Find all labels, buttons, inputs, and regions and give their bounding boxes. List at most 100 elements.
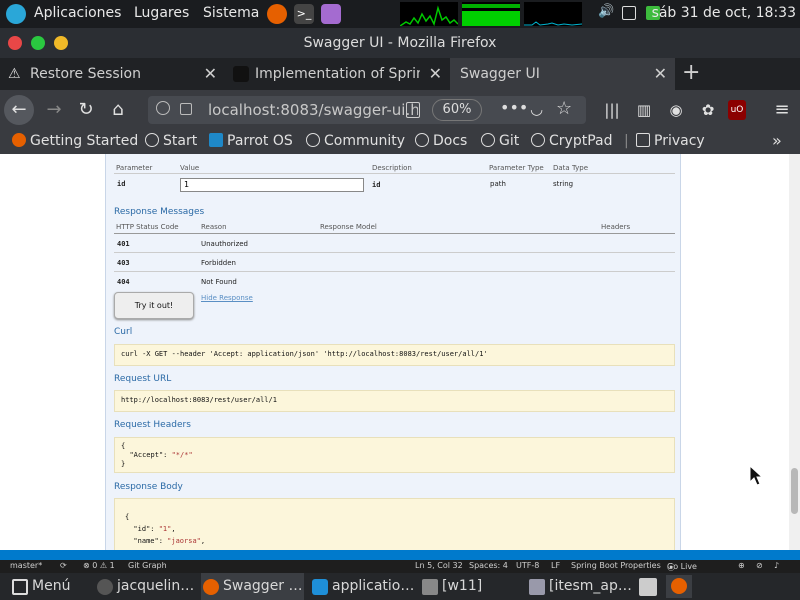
param-header-type: Parameter Type <box>489 164 544 172</box>
indentation[interactable]: Spaces: 4 <box>469 561 508 570</box>
feedback-icon[interactable]: ⊘ <box>756 561 763 570</box>
display-icon[interactable] <box>622 6 636 20</box>
bookmark-label: Community <box>324 133 406 149</box>
close-tab-icon[interactable]: ✕ <box>429 58 442 90</box>
tab-label: Swagger UI <box>460 66 540 82</box>
param-id-input[interactable]: 1 <box>180 178 364 192</box>
parrot-logo-icon[interactable] <box>6 4 26 24</box>
taskbar-firefox-pinned[interactable] <box>666 575 692 598</box>
hamburger-menu-icon[interactable]: ≡ <box>770 98 794 122</box>
request-headers-title: Request Headers <box>114 420 191 430</box>
param-header-parameter: Parameter <box>116 164 153 172</box>
minimize-window-button[interactable] <box>54 36 68 50</box>
tab-implementation[interactable]: Implementation of Spring ✕ <box>225 58 450 90</box>
page-scrollbar[interactable] <box>789 154 800 550</box>
forward-arrow-icon[interactable]: → <box>42 98 66 122</box>
bookmark-label: Docs <box>433 133 468 149</box>
code-line: "Accept": "*/*" <box>129 451 193 459</box>
bookmark-start[interactable]: Start <box>145 133 197 149</box>
firefox-icon <box>12 133 26 147</box>
home-icon[interactable]: ⌂ <box>106 98 130 122</box>
bookmark-privacy[interactable]: Privacy <box>636 133 705 149</box>
clock[interactable]: sáb 31 de oct, 18:33 <box>652 5 796 21</box>
curl-title: Curl <box>114 327 133 337</box>
url-text[interactable]: localhost:8083/swagger-ui.h <box>208 101 418 119</box>
taskbar-firefox[interactable]: Swagger … <box>201 573 304 600</box>
swagger-operation-panel: Parameter Value Description Parameter Ty… <box>105 154 681 550</box>
bookmark-git[interactable]: Git <box>481 133 519 149</box>
back-arrow-icon[interactable]: ← <box>4 95 34 125</box>
problems-indicator[interactable]: ⊗ 0 ⚠ 1 <box>83 561 115 570</box>
tab-restore-session[interactable]: ⚠ Restore Session ✕ <box>0 58 225 90</box>
reload-icon[interactable]: ↻ <box>74 98 98 122</box>
bell-icon[interactable]: ♪ <box>774 561 779 570</box>
response-code: 403 <box>117 259 130 267</box>
new-tab-icon[interactable]: + <box>682 60 700 85</box>
workspace-icon[interactable] <box>639 578 657 596</box>
maximize-window-button[interactable] <box>31 36 45 50</box>
info-icon[interactable] <box>156 101 170 115</box>
firefox-launcher-icon[interactable] <box>267 4 287 24</box>
bookmark-community[interactable]: Community <box>306 133 405 149</box>
scrollbar-thumb[interactable] <box>791 468 798 514</box>
text-editor-launcher-icon[interactable] <box>321 4 341 24</box>
sidebar-icon[interactable]: ▥ <box>632 98 656 122</box>
bottom-taskbar: Menú jacquelin… Swagger … applicatio… [w… <box>0 573 800 600</box>
account-icon[interactable]: ◉ <box>664 98 688 122</box>
warning-icon: ⚠ <box>8 66 21 82</box>
cursor-position[interactable]: Ln 5, Col 32 <box>415 561 463 570</box>
more-bookmarks-icon[interactable]: » <box>772 131 782 150</box>
curl-command: curl -X GET --header 'Accept: applicatio… <box>114 344 675 366</box>
globe-icon <box>481 133 495 147</box>
line-ending[interactable]: LF <box>551 561 560 570</box>
close-tab-icon[interactable]: ✕ <box>204 58 217 90</box>
menu-sistema[interactable]: Sistema <box>203 5 259 21</box>
library-icon[interactable]: ||| <box>600 98 624 122</box>
try-it-out-button[interactable]: Try it out! <box>114 292 194 319</box>
encoding[interactable]: UTF-8 <box>516 561 539 570</box>
bookmark-cryptpad[interactable]: CryptPad <box>531 133 612 149</box>
git-branch[interactable]: master* <box>10 561 42 570</box>
taskbar-terminal[interactable]: jacquelin… <box>95 573 198 600</box>
response-code: 404 <box>117 278 130 286</box>
url-bar[interactable]: localhost:8083/swagger-ui.h 60% ••• ◡ ☆ <box>148 96 586 124</box>
sync-icon[interactable]: ⟳ <box>60 561 67 570</box>
pocket-icon[interactable]: ◡ <box>530 100 543 118</box>
bookmark-parrot-os[interactable]: Parrot OS <box>209 133 293 149</box>
page-actions-icon[interactable]: ••• <box>500 98 528 117</box>
bookmark-star-icon[interactable]: ☆ <box>556 98 572 119</box>
zoom-level[interactable]: 60% <box>432 99 482 121</box>
menu-aplicaciones[interactable]: Aplicaciones <box>34 5 121 21</box>
close-tab-icon[interactable]: ✕ <box>654 58 667 90</box>
task-label: jacquelin… <box>117 578 195 594</box>
terminal-launcher-icon[interactable]: >_ <box>294 4 314 24</box>
taskbar-vscode[interactable]: applicatio… <box>310 573 413 600</box>
git-graph-button[interactable]: Git Graph <box>128 561 167 570</box>
cpu-graph <box>400 2 458 26</box>
hide-response-link[interactable]: Hide Response <box>201 294 253 302</box>
tab-swagger-ui[interactable]: Swagger UI ✕ <box>450 58 675 90</box>
param-datatype: string <box>553 180 574 188</box>
volume-icon[interactable]: 🔊 <box>598 4 614 19</box>
taskbar-itesm[interactable]: [itesm_ap… <box>527 573 631 600</box>
response-reason: Unauthorized <box>201 240 248 248</box>
menu-lugares[interactable]: Lugares <box>134 5 189 21</box>
notifications-icon[interactable]: ⊕ <box>738 561 745 570</box>
bookmark-getting-started[interactable]: Getting Started <box>12 133 138 149</box>
taskbar-folder[interactable]: [w11] <box>420 573 520 600</box>
taskbar-menu[interactable]: Menú <box>10 573 90 600</box>
reader-view-icon[interactable] <box>406 102 420 118</box>
divider <box>114 252 675 253</box>
tab-label: Implementation of Spring <box>255 66 420 82</box>
close-window-button[interactable] <box>8 36 22 50</box>
task-label: Swagger … <box>223 578 303 594</box>
language-mode[interactable]: Spring Boot Properties <box>571 561 661 570</box>
tab-label: Restore Session <box>30 66 141 82</box>
extension-icon[interactable]: ✿ <box>696 98 720 122</box>
navigation-toolbar: ← → ↻ ⌂ localhost:8083/swagger-ui.h 60% … <box>0 90 800 130</box>
ublock-icon[interactable]: uO <box>728 100 746 120</box>
window-icon <box>529 579 545 595</box>
bookmark-label: CryptPad <box>549 133 613 149</box>
task-label: applicatio… <box>332 578 413 594</box>
bookmark-docs[interactable]: Docs <box>415 133 467 149</box>
